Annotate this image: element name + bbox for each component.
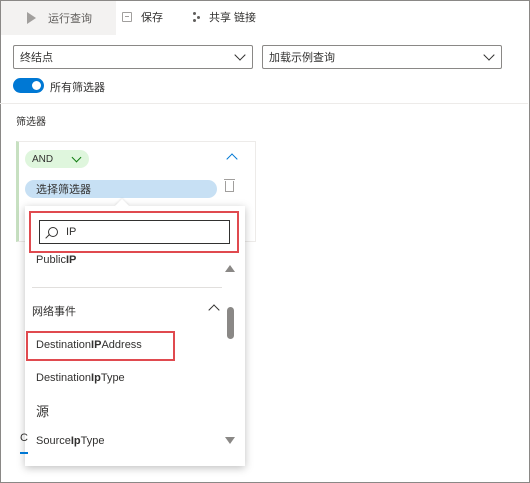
- trash-icon[interactable]: [224, 179, 235, 192]
- tab-partial[interactable]: C: [20, 432, 28, 444]
- sample-query-dropdown[interactable]: 加载示例查询: [262, 45, 502, 69]
- list-item-source-ip-type[interactable]: SourceIpType: [36, 435, 105, 447]
- scroll-down-icon[interactable]: [225, 437, 235, 444]
- all-filters-label: 所有筛选器: [50, 82, 105, 94]
- toolbar: 运行查询 保存 共享 链接: [0, 0, 528, 36]
- endpoint-dropdown[interactable]: 终结点: [13, 45, 253, 69]
- chevron-down-icon: [483, 49, 495, 61]
- run-query-button[interactable]: 运行查询: [1, 1, 116, 35]
- item-text-post: Type: [100, 372, 125, 384]
- scrollbar-thumb[interactable]: [227, 307, 234, 339]
- item-text-match: IP: [65, 254, 77, 266]
- share-link-label: 共享 链接: [209, 12, 257, 24]
- tab-underline: [20, 452, 28, 454]
- select-filter-label: 选择筛选器: [36, 184, 91, 196]
- filters-section-label: 筛选器: [16, 117, 46, 128]
- save-button[interactable]: 保存: [122, 9, 163, 25]
- item-highlight-box: [26, 331, 175, 361]
- item-text-post: Type: [80, 435, 105, 447]
- sample-query-dropdown-value: 加载示例查询: [269, 52, 335, 64]
- item-text-match: Ip: [70, 435, 81, 447]
- scroll-up-icon[interactable]: [225, 265, 235, 272]
- share-icon: [193, 12, 205, 22]
- list-item-destination-ip-type[interactable]: DestinationIpType: [36, 372, 125, 384]
- list-item-source[interactable]: 源: [36, 401, 49, 420]
- all-filters-toggle[interactable]: [13, 78, 44, 93]
- list-separator: [32, 287, 222, 288]
- divider: [0, 103, 528, 104]
- item-text-pre: Public: [36, 254, 66, 266]
- chevron-down-icon: [71, 152, 82, 163]
- run-query-label: 运行查询: [48, 13, 92, 25]
- item-text-pre: Destination: [36, 372, 92, 384]
- operator-value: AND: [32, 153, 54, 165]
- save-label: 保存: [141, 12, 163, 24]
- list-item-publicip[interactable]: PublicIP: [36, 254, 76, 266]
- operator-dropdown[interactable]: AND: [25, 150, 89, 168]
- endpoint-dropdown-value: 终结点: [20, 52, 53, 64]
- save-icon: [122, 12, 132, 22]
- play-icon: [27, 12, 36, 24]
- chevron-down-icon: [234, 49, 246, 61]
- select-filter-pill[interactable]: 选择筛选器: [25, 180, 217, 198]
- item-text-pre: Source: [36, 435, 71, 447]
- group-header-network-events[interactable]: 网络事件: [32, 303, 76, 319]
- share-link-button[interactable]: 共享 链接: [193, 9, 256, 25]
- search-highlight-box: [29, 211, 239, 253]
- item-text-match: Ip: [91, 372, 101, 384]
